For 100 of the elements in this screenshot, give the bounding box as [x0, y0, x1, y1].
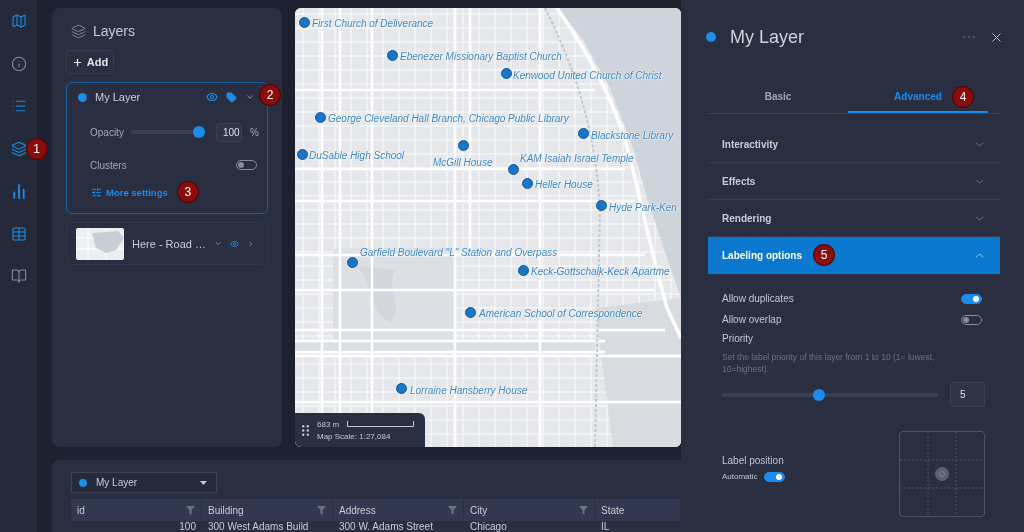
table-cell-text: IL: [600, 521, 611, 532]
map-marker: [386, 49, 398, 61]
map-marker: [314, 111, 326, 123]
layers-icon: [71, 23, 86, 39]
column-header[interactable]: Building: [202, 499, 333, 521]
plus-icon: [71, 56, 83, 68]
sliders-icon: [91, 186, 102, 198]
bar-chart-icon[interactable]: [10, 183, 27, 200]
label-position-label: Label position: [722, 454, 785, 466]
map-label: Heller House: [535, 179, 593, 191]
map-marker: [298, 16, 310, 28]
column-header[interactable]: State: [595, 499, 681, 521]
layer-card[interactable]: My Layer Opacity 100 % Clusters More settings 3: [66, 82, 268, 214]
layer-dot-icon: [79, 478, 87, 487]
map-marker: [296, 148, 308, 160]
callout-badge: 4: [953, 87, 973, 107]
layer-dropdown[interactable]: My Layer: [71, 472, 217, 493]
map-label: Hyde Park-Ken: [609, 202, 677, 214]
map-label: Garfield Boulevard "L" Station and Overpass: [360, 247, 558, 259]
map-label: George Cleveland Hall Branch, Chicago Public Library: [328, 113, 569, 125]
map-label: American School of Correspondence: [479, 308, 643, 320]
automatic-label: Automatic: [722, 472, 758, 481]
option-label: Allow overlap: [722, 314, 782, 325]
slider-thumb[interactable]: [193, 126, 205, 138]
info-icon[interactable]: [10, 55, 27, 72]
table-cell-text: Chicago: [469, 521, 508, 532]
table-cell-text: 300 West Adams Build: [207, 521, 310, 532]
clusters-label: Clusters: [90, 159, 128, 171]
map-label: KAM Isaiah Israel Temple: [520, 153, 634, 165]
callout-badge: 2: [260, 85, 280, 105]
map-label: Lorraine Hansberry House: [410, 385, 528, 397]
panel-title: My Layer: [730, 26, 806, 48]
tab[interactable]: Advanced 4: [848, 82, 988, 113]
position-marker-icon[interactable]: [935, 467, 949, 481]
chevron-down-icon[interactable]: [245, 92, 255, 102]
map-label: Keck-Gottschalk-Keck Apartme: [531, 266, 670, 278]
tab[interactable]: Basic: [708, 82, 848, 113]
layer-name: My Layer: [95, 91, 142, 103]
callout-badge: 1: [26, 138, 47, 159]
map-label: McGill House: [433, 157, 493, 169]
opacity-label: Opacity: [90, 126, 125, 138]
map-marker: [521, 177, 533, 189]
map-label: First Church of Deliverance: [312, 18, 434, 30]
option-toggle[interactable]: [961, 293, 982, 304]
map-marker: [346, 256, 358, 268]
table-icon[interactable]: [10, 225, 27, 242]
table-cell-text: 100: [178, 521, 197, 532]
table-cell-text: 300 W. Adams Street: [338, 521, 434, 532]
eye-icon[interactable]: [206, 91, 218, 103]
filter-icon[interactable]: [448, 505, 457, 515]
panel-title: Layers: [93, 23, 136, 39]
section-header[interactable]: Effects: [708, 163, 1000, 200]
map-icon[interactable]: [10, 13, 27, 30]
opacity-slider[interactable]: [131, 126, 205, 138]
filter-icon[interactable]: [579, 505, 588, 515]
scale-distance: 683 m: [317, 419, 340, 429]
priority-description: Set the label priority of this layer from 1 to 10 (1= lowest, 10=highest).: [722, 351, 936, 375]
map-label: Blackstone Library: [591, 130, 674, 142]
filter-icon[interactable]: [317, 505, 326, 515]
map-label: Ebenezer Missionary Baptist Church: [400, 51, 562, 63]
map-label: Kenwood United Church of Christ: [513, 70, 662, 82]
priority-field[interactable]: 5: [950, 382, 985, 407]
callout-badge: 3: [177, 182, 198, 202]
map-marker: [577, 127, 589, 139]
unit-label: %: [250, 126, 259, 138]
section-header[interactable]: Labeling options 5: [708, 237, 1000, 274]
scale-bar: [347, 421, 415, 427]
slider-thumb[interactable]: [812, 388, 825, 401]
section-header[interactable]: Interactivity: [708, 126, 1000, 163]
tag-icon[interactable]: [226, 91, 237, 103]
book-icon[interactable]: [10, 268, 27, 285]
map-marker: [464, 306, 476, 318]
map-marker: [395, 382, 407, 394]
column-header[interactable]: City: [464, 499, 595, 521]
opacity-field[interactable]: 100: [216, 122, 242, 142]
map-label: DuSable High School: [309, 150, 405, 162]
map-marker: [457, 139, 469, 151]
layers-icon[interactable]: [10, 140, 27, 157]
map-marker: [517, 264, 529, 276]
column-header[interactable]: id: [71, 499, 202, 521]
map-scale-text: Map Scale: 1:27,084: [317, 431, 392, 441]
caret-down-icon: [200, 480, 207, 485]
more-settings-link[interactable]: More settings: [90, 186, 168, 198]
layer-dot-icon: [78, 92, 87, 102]
layer-dot-icon: [706, 32, 716, 42]
map-marker: [507, 163, 519, 175]
callout-badge: 5: [814, 245, 834, 265]
grip-icon[interactable]: [302, 424, 309, 436]
filter-icon[interactable]: [186, 505, 195, 515]
option-label: Allow duplicates: [722, 293, 794, 304]
priority-label: Priority: [722, 332, 755, 346]
layer-name: Here - Road …: [132, 237, 206, 250]
automatic-toggle[interactable]: [763, 471, 785, 482]
layer-card[interactable]: Here - Road …: [66, 222, 268, 265]
column-header[interactable]: Address: [333, 499, 464, 521]
priority-slider[interactable]: [722, 388, 938, 401]
map-thumbnail: [76, 227, 124, 260]
add-button[interactable]: Add: [66, 50, 114, 74]
map-marker: [500, 67, 512, 79]
map-marker: [595, 199, 607, 211]
